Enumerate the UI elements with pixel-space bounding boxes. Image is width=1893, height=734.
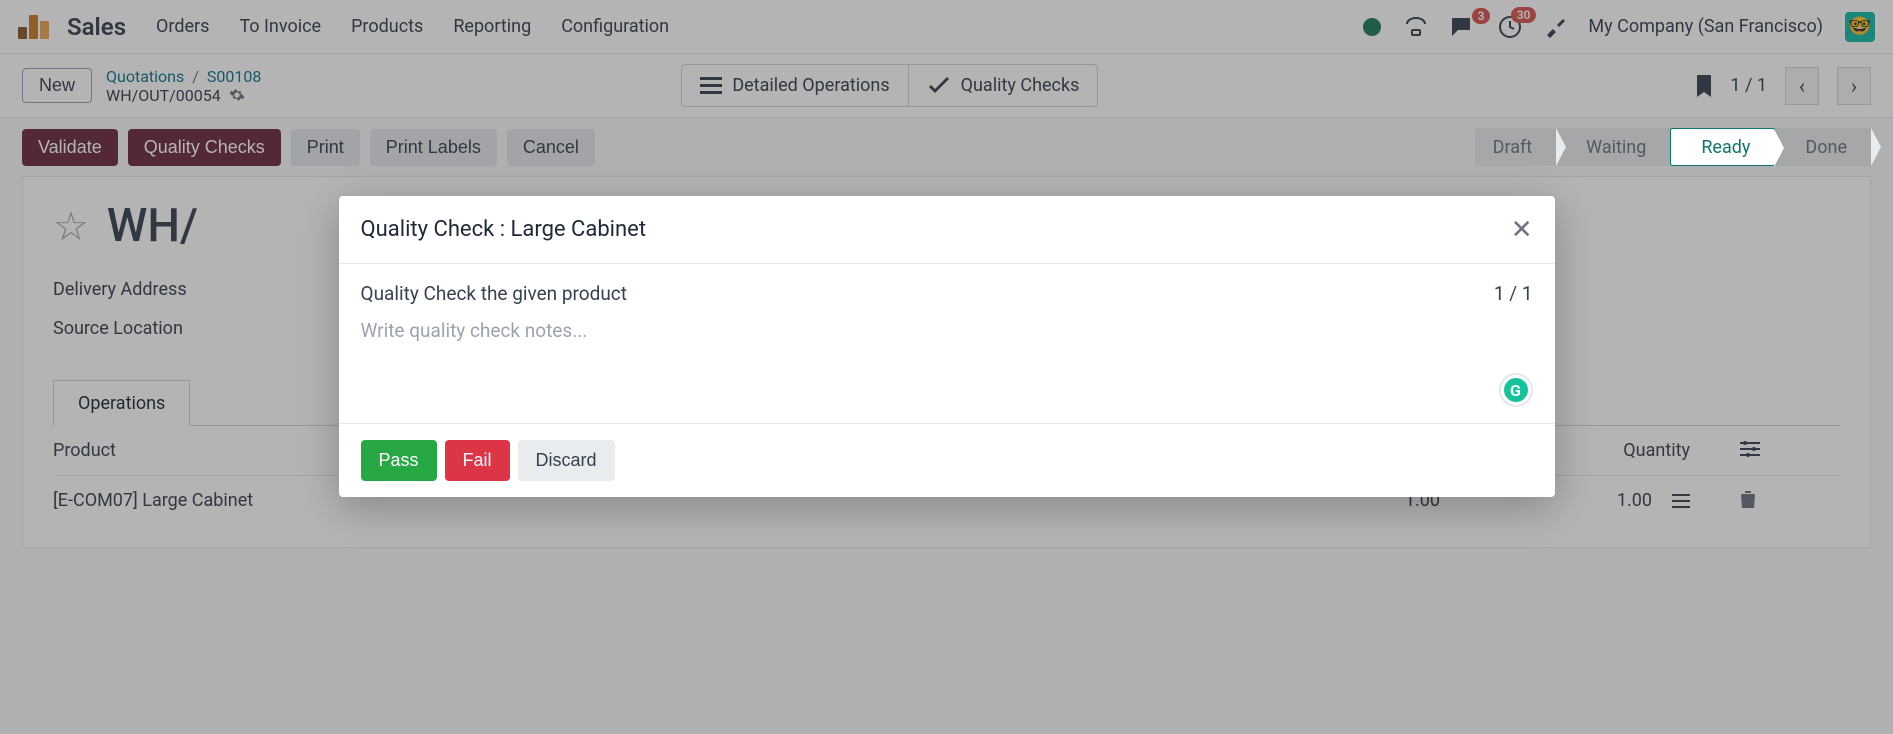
modal-counter: 1 / 1	[1494, 282, 1533, 305]
notes-input[interactable]	[361, 319, 1533, 389]
discard-button[interactable]: Discard	[518, 440, 615, 481]
status-ready[interactable]: Ready	[1670, 128, 1775, 166]
modal-instruction: Quality Check the given product	[361, 282, 627, 305]
close-icon[interactable]: ✕	[1511, 214, 1533, 245]
fail-button[interactable]: Fail	[445, 440, 510, 481]
modal-overlay: Quality Check : Large Cabinet ✕ Quality …	[0, 0, 1893, 734]
quality-check-modal: Quality Check : Large Cabinet ✕ Quality …	[339, 196, 1555, 497]
pass-button[interactable]: Pass	[361, 440, 437, 481]
grammarly-icon[interactable]: G	[1499, 373, 1533, 407]
modal-title: Quality Check : Large Cabinet	[361, 217, 647, 242]
